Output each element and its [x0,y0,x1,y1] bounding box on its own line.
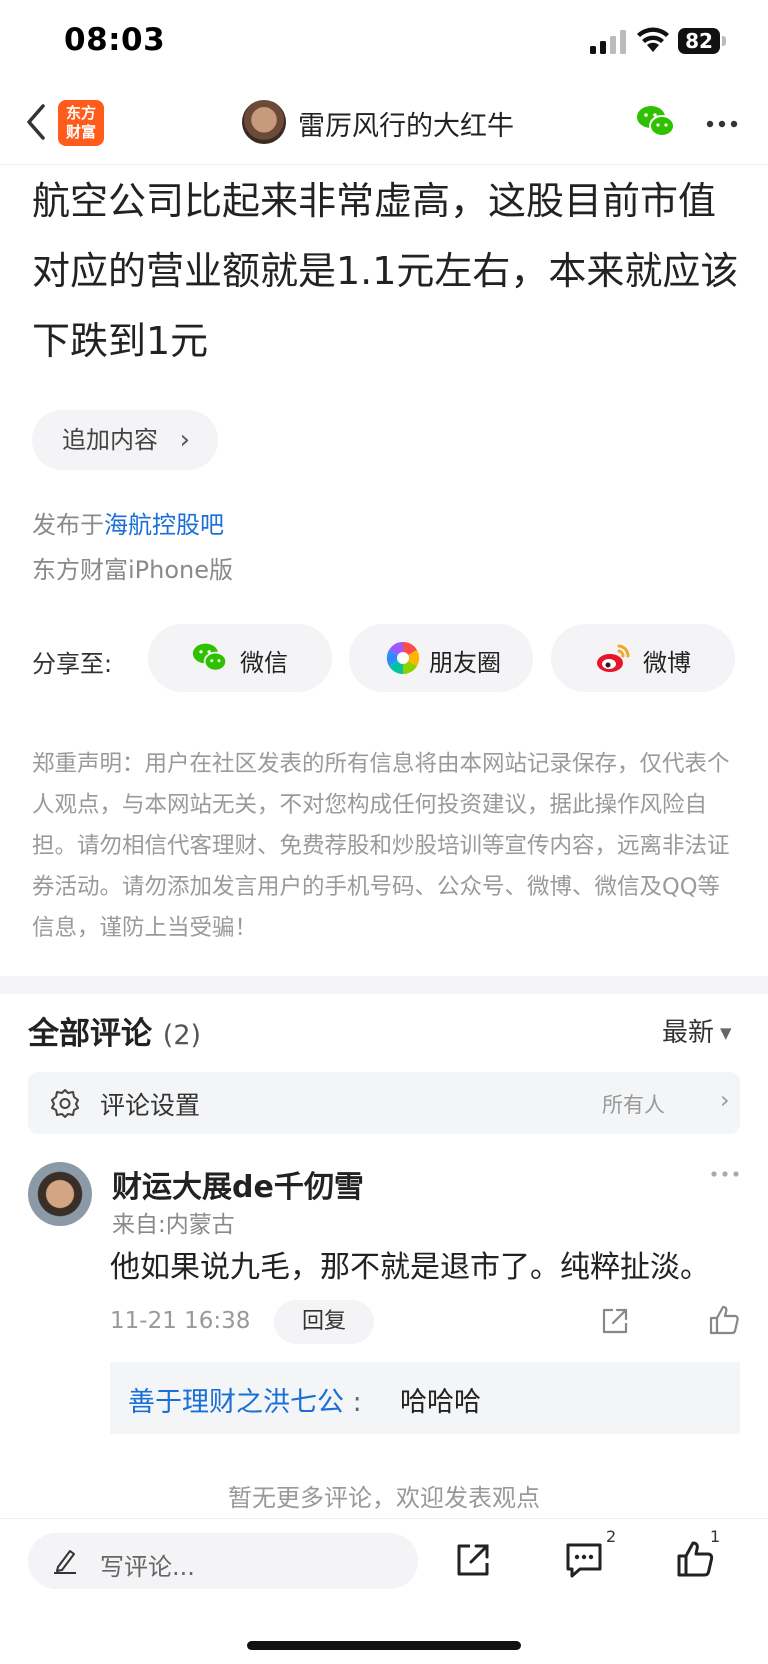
share-weibo-button[interactable]: 微博 [551,624,735,692]
share-icon[interactable] [600,1306,630,1336]
write-comment-input[interactable]: 写评论... [28,1533,418,1589]
caret-down-icon: ▼ [720,1024,732,1042]
author-name[interactable]: 雷厉风行的大红牛 [298,104,514,143]
comment-text: 他如果说九毛，那不就是退市了。纯粹扯淡。 [110,1250,710,1285]
logo-text-bottom: 财富 [65,123,96,141]
reply-button[interactable]: 回复 [274,1300,374,1344]
bottom-bar: 写评论... 2 1 [0,1518,768,1664]
write-comment-placeholder: 写评论... [100,1553,195,1581]
commenter-avatar[interactable] [28,1162,92,1226]
section-divider [0,976,768,994]
comment-count-badge: 2 [606,1527,617,1546]
sub-reply[interactable]: 善于理财之洪七公 : 哈哈哈 [110,1362,740,1434]
sub-reply-text: 哈哈哈 [400,1387,481,1418]
share-icon[interactable] [454,1541,492,1579]
battery-level: 82 [678,28,720,54]
pencil-icon [54,1550,76,1574]
wifi-icon [637,27,669,52]
like-icon[interactable] [708,1304,740,1336]
commenter-name[interactable]: 财运大展de千仞雪 [112,1162,364,1206]
share-moments-button[interactable]: 朋友圈 [349,624,533,692]
sort-label: 最新 [662,1018,715,1048]
sub-reply-user-name: 善于理财之洪七公 [128,1387,344,1418]
home-indicator [247,1641,521,1650]
comment-icon[interactable] [564,1541,604,1579]
post-body: 航空公司比起来非常虚高，这股目前市值对应的营业额就是1.1元左右，本来就应该下跌… [32,179,739,363]
share-weibo-label: 微博 [643,649,691,677]
no-more-comments: 暂无更多评论，欢迎发表观点 [228,1484,540,1512]
status-bar: 08:03 82 [0,0,768,84]
more-icon[interactable] [706,120,738,128]
forum-link[interactable]: 海航控股吧 [104,511,224,539]
add-content-button[interactable]: 追加内容 › [32,410,218,470]
chevron-right-icon: › [179,425,190,455]
comments-title: 全部评论 (2) [28,1008,201,1053]
sub-reply-user[interactable]: 善于理财之洪七公 : [128,1380,362,1419]
eastmoney-logo[interactable]: 东方 财富 [58,100,104,146]
comment-more-icon[interactable] [710,1170,740,1178]
nav-bar: 东方 财富 雷厉风行的大红牛 [0,84,768,165]
wechat-icon[interactable] [636,104,676,140]
commenter-location: 来自:内蒙古 [112,1212,235,1238]
wechat-icon [192,643,228,672]
share-moments-label: 朋友圈 [429,649,501,677]
comment-settings-label: 评论设置 [100,1091,201,1120]
logo-text-top: 东方 [65,104,96,122]
battery-icon: 82 [678,28,728,54]
chevron-right-icon: › [720,1086,730,1114]
sort-dropdown[interactable]: 最新 ▼ [662,1012,732,1049]
like-icon[interactable] [676,1539,714,1579]
share-wechat-label: 微信 [240,649,288,677]
comments-count: (2) [162,1020,202,1051]
sub-reply-separator: : [352,1387,362,1418]
like-count-badge: 1 [710,1527,721,1546]
disclaimer: 郑重声明：用户在社区发表的所有信息将由本网站记录保存，仅代表个人观点，与本网站无… [32,751,730,941]
gear-icon [51,1089,79,1118]
author-avatar[interactable] [242,100,286,144]
share-label: 分享至: [32,650,113,678]
weibo-icon [597,644,630,672]
status-time: 08:03 [64,22,166,58]
share-wechat-button[interactable]: 微信 [148,624,332,692]
moments-icon [386,641,420,675]
published-in: 发布于海航控股吧 [32,505,224,540]
add-content-label: 追加内容 [62,426,158,454]
comment-time: 11-21 16:38 [110,1308,251,1334]
back-icon[interactable] [24,102,48,142]
signal-icon [590,30,626,54]
published-prefix: 发布于 [32,511,104,539]
comment-settings-value: 所有人 [602,1093,665,1117]
post-source: 东方财富iPhone版 [32,556,234,584]
comment-settings-row[interactable]: 评论设置 所有人 › [28,1072,740,1134]
comments-title-text: 全部评论 [28,1016,152,1052]
